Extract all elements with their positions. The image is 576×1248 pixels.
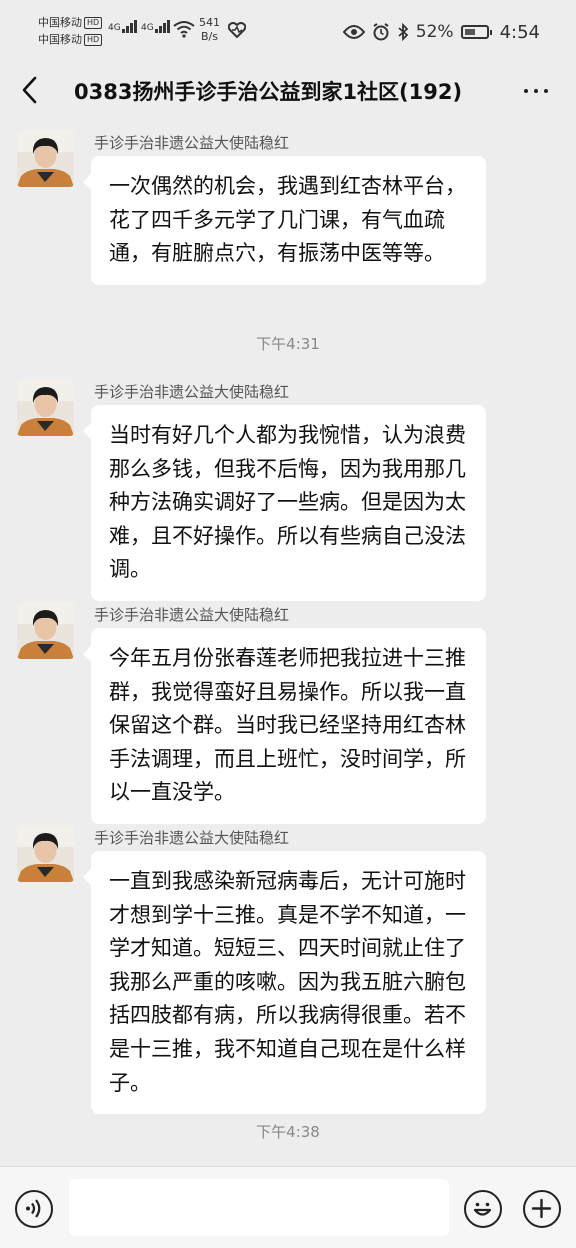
hd-badge-2: HD — [84, 34, 103, 46]
bluetooth-icon — [398, 23, 409, 41]
chat-header: 0383扬州手诊手治公益到家1社区(192) — [0, 62, 576, 120]
status-bar: 中国移动 HD 中国移动 HD 4G 4G 541 B/s 52% 4:54 — [0, 0, 576, 62]
network-type-2: 4G — [141, 23, 154, 33]
battery-percent: 52% — [415, 22, 454, 42]
alarm-icon — [373, 23, 389, 41]
hd-badge-1: HD — [84, 17, 103, 29]
avatar[interactable] — [17, 379, 74, 436]
speed-unit: B/s — [201, 30, 218, 43]
sender-name: 手诊手治非遗公益大使陆稳红 — [94, 383, 290, 401]
timestamp: 下午4:38 — [256, 1123, 320, 1141]
more-options-icon[interactable] — [520, 76, 552, 104]
avatar[interactable] — [17, 602, 74, 659]
emoji-icon[interactable] — [464, 1190, 502, 1228]
back-arrow-icon[interactable] — [16, 74, 44, 106]
eye-icon — [342, 25, 365, 39]
message-bubble[interactable]: 一次偶然的机会，我遇到红杏林平台，花了四千多元学了几门课，有气血疏通，有脏腑点穴… — [83, 156, 486, 285]
wifi-icon — [173, 21, 195, 38]
carrier-2: 中国移动 — [38, 33, 82, 46]
plus-icon[interactable] — [523, 1190, 561, 1228]
message-bubble[interactable]: 今年五月份张春莲老师把我拉进十三推群，我觉得蛮好且易操作。所以我一直保留这个群。… — [83, 628, 486, 824]
sender-name: 手诊手治非遗公益大使陆稳红 — [94, 606, 290, 624]
voice-icon[interactable] — [15, 1190, 53, 1228]
message-input[interactable] — [69, 1179, 449, 1236]
sender-name: 手诊手治非遗公益大使陆稳红 — [94, 134, 290, 152]
input-bar — [0, 1166, 576, 1248]
avatar[interactable] — [17, 130, 74, 187]
clock: 4:54 — [499, 21, 540, 43]
speed-value: 541 — [199, 16, 220, 29]
carrier-1: 中国移动 — [38, 16, 82, 29]
heartbeat-icon — [228, 22, 246, 38]
battery-icon — [460, 25, 492, 39]
timestamp: 下午4:31 — [256, 335, 320, 353]
network-speed: 541 B/s — [199, 16, 220, 44]
avatar[interactable] — [17, 825, 74, 882]
carrier-info: 中国移动 HD 中国移动 HD — [38, 14, 103, 48]
message-bubble[interactable]: 一直到我感染新冠病毒后，无计可施时才想到学十三推。真是不学不知道，一学才知道。短… — [83, 851, 486, 1115]
message-bubble[interactable]: 当时有好几个人都为我惋惜，认为浪费那么多钱，但我不后悔，因为我用那几种方法确实调… — [83, 405, 486, 601]
signal-icon-1: 4G — [108, 20, 138, 33]
network-type-1: 4G — [108, 23, 121, 33]
chat-title: 0383扬州手诊手治公益到家1社区(192) — [74, 80, 463, 104]
signal-icon-2: 4G — [141, 20, 171, 33]
sender-name: 手诊手治非遗公益大使陆稳红 — [94, 829, 290, 847]
